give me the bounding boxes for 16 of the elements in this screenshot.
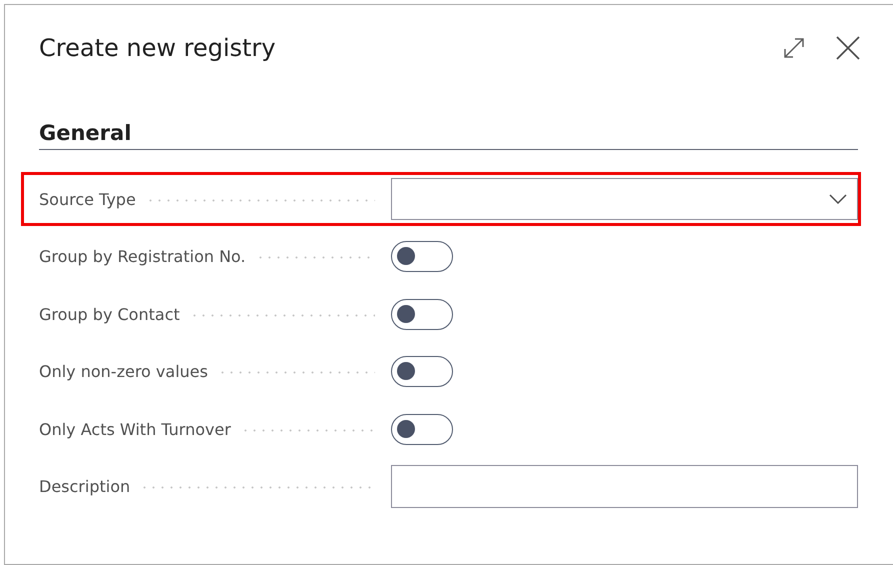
dialog-title: Create new registry xyxy=(39,34,277,62)
input-field[interactable] xyxy=(391,465,858,508)
toggle-switch[interactable] xyxy=(391,298,453,330)
close-icon[interactable] xyxy=(835,35,861,61)
section-title: General xyxy=(39,121,132,145)
dropdown-field[interactable] xyxy=(391,178,858,220)
toggle-switch[interactable] xyxy=(391,241,453,272)
field-label: Only non-zero values xyxy=(39,362,209,381)
field-label: Group by Registration No. xyxy=(39,247,247,266)
field-label: Only Acts With Turnover xyxy=(39,420,232,438)
toggle-switch[interactable] xyxy=(391,414,453,444)
field-label: Source Type xyxy=(39,190,137,208)
field-label: Description xyxy=(39,477,132,496)
field-label: Group by Contact xyxy=(39,304,181,324)
toggle-switch[interactable] xyxy=(391,356,453,387)
chevron-down-icon xyxy=(829,194,847,204)
